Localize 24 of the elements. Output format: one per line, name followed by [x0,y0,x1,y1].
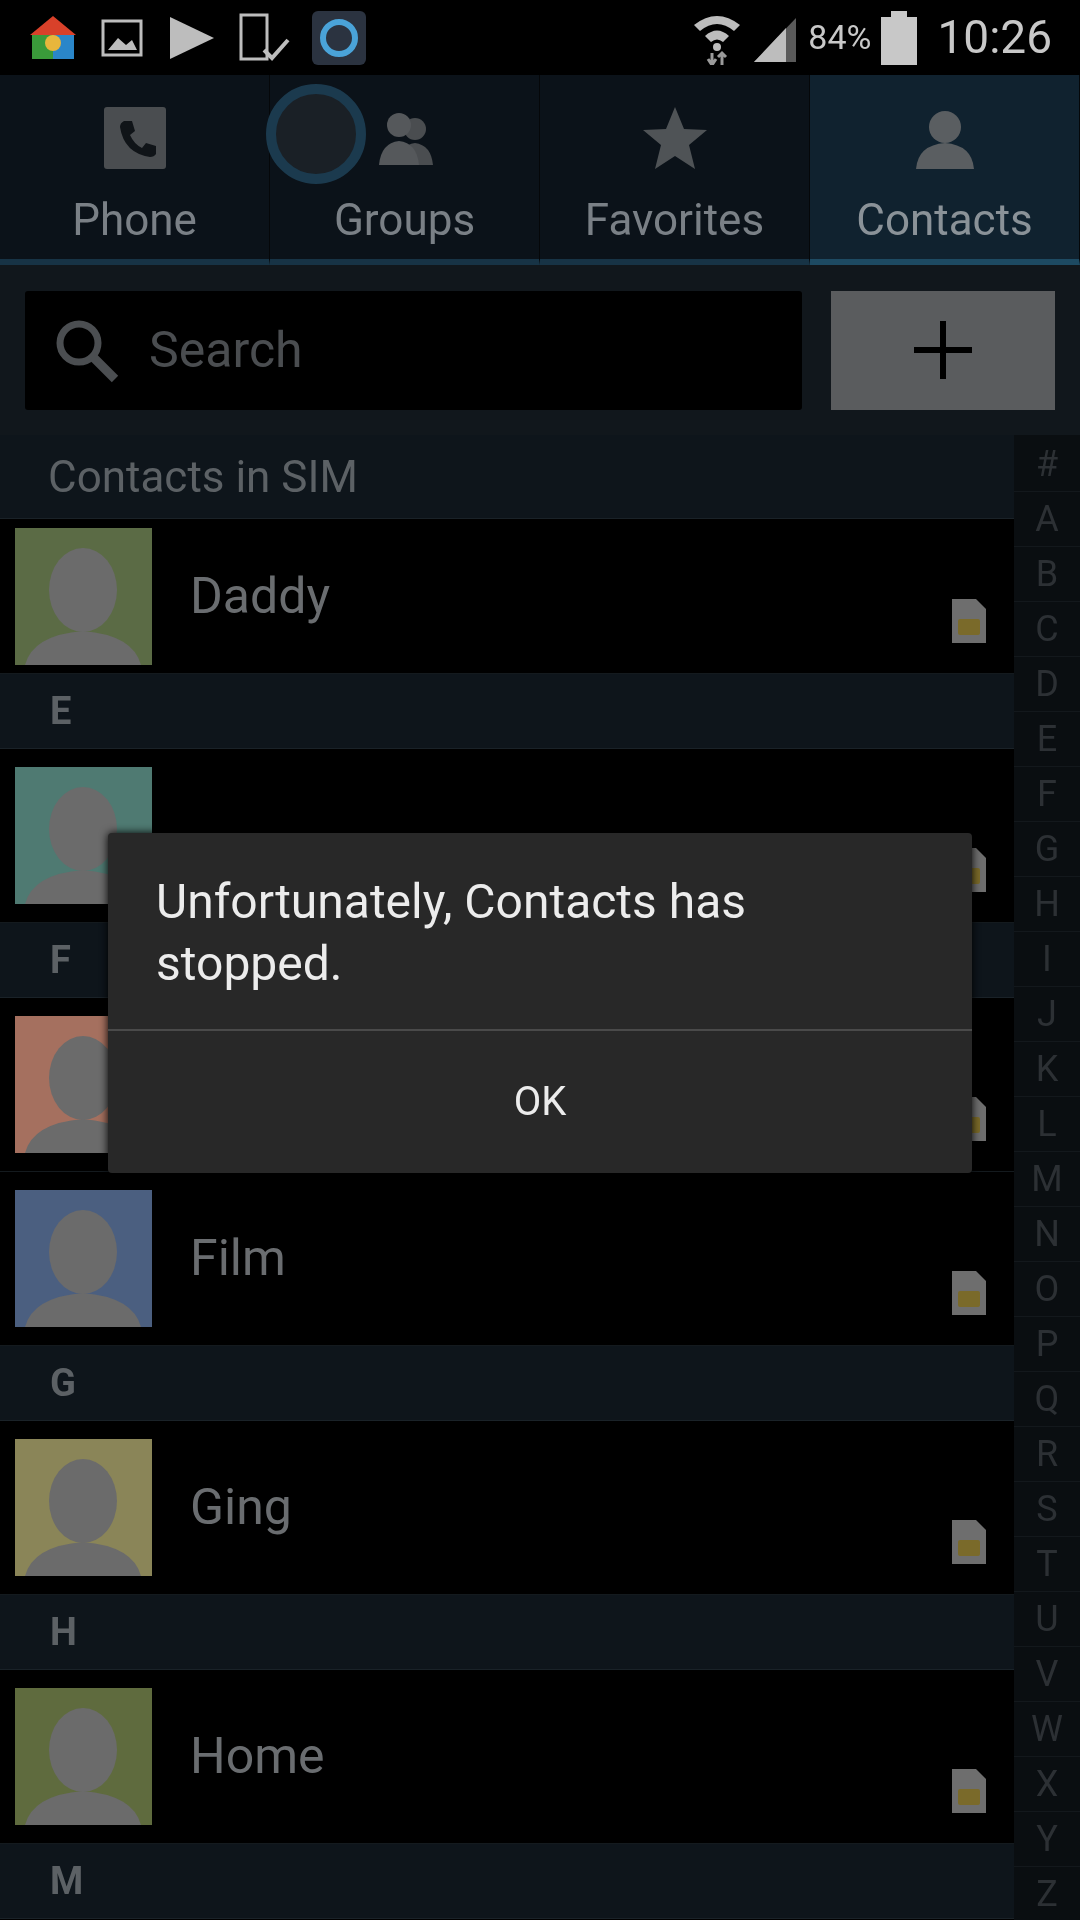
clock-time: 10:26 [937,9,1052,66]
search-field[interactable]: Search [25,290,802,410]
contact-name[interactable]: Film [190,1229,286,1287]
sim-card-icon [952,1769,986,1813]
add-button[interactable] [831,290,1055,410]
battery-icon [881,10,918,65]
sim-card-icon [952,1520,986,1564]
tab[interactable]: Contacts [810,75,1080,265]
contact-name[interactable]: Daddy [190,566,331,625]
section-header: H [0,1595,1014,1670]
section-header: E [0,674,1014,749]
contact-name[interactable]: Home [190,1727,325,1785]
plus-icon [912,319,974,381]
contact-name[interactable]: Ging [190,1478,292,1536]
section-header: Contacts in SIM [0,435,1014,519]
sim-card-icon [952,1271,986,1315]
section-header: M [0,1844,1014,1919]
sim-card-icon [952,599,986,643]
battery-percent: 84% [808,16,872,59]
section-header: G [0,1346,1014,1421]
tab[interactable]: Favorites [540,75,810,265]
tab[interactable]: Phone [0,75,270,265]
ok-button[interactable]: OK [108,1031,972,1173]
index-letter[interactable]: # [1014,437,1080,492]
